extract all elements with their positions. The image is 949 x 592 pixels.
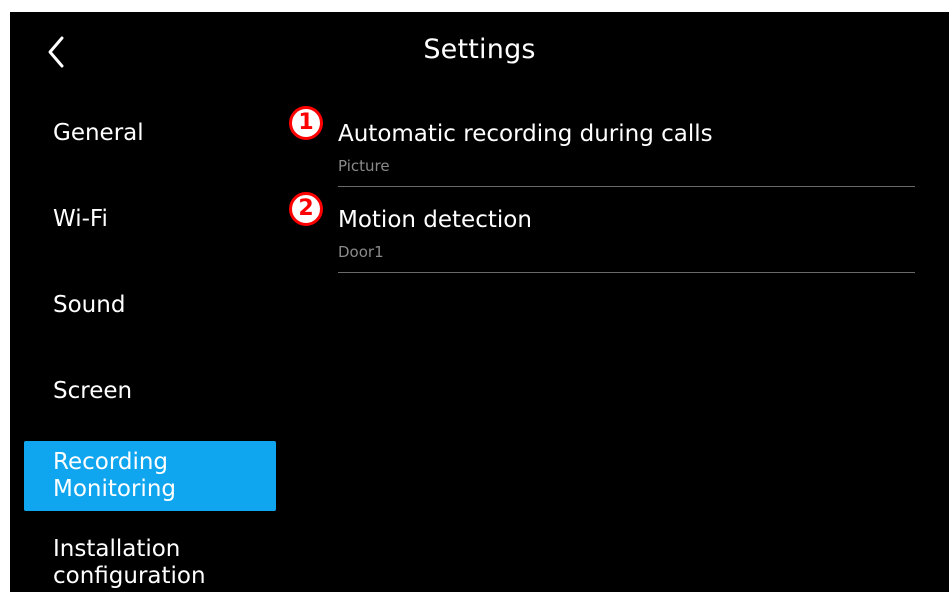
page-title: Settings [423, 34, 536, 65]
automatic-recording-row[interactable]: 1 Automatic recording during calls Pictu… [285, 106, 915, 187]
sidebar-item-label-line2: Monitoring [53, 476, 176, 502]
sidebar-item-wifi[interactable]: Wi-Fi [24, 206, 276, 233]
row-title: Motion detection [338, 207, 532, 233]
sidebar-item-label: Sound [53, 292, 126, 318]
row-title: Automatic recording during calls [338, 121, 713, 147]
sidebar-item-label: Screen [53, 378, 133, 404]
settings-screen: Settings General Wi-Fi Sound Screen Reco… [10, 12, 949, 592]
row-subtitle: Picture [338, 157, 390, 175]
sidebar-item-label-line1: Installation [53, 536, 181, 562]
row-subtitle: Door1 [338, 243, 384, 261]
number-badge: 1 [289, 106, 323, 140]
sidebar-item-label: General [53, 120, 144, 146]
number-badge: 2 [289, 192, 323, 226]
sidebar-item-sound[interactable]: Sound [24, 292, 276, 319]
sidebar-item-label-line1: Recording [53, 449, 169, 475]
sidebar-item-general[interactable]: General [24, 120, 276, 147]
row-divider [338, 186, 915, 187]
sidebar-item-installation-configuration[interactable]: Installation configuration [24, 536, 276, 590]
sidebar-item-screen[interactable]: Screen [24, 378, 276, 405]
row-divider [338, 272, 915, 273]
sidebar-item-label: Wi-Fi [53, 206, 108, 232]
header: Settings [10, 12, 949, 92]
sidebar-item-label-line2: configuration [53, 563, 206, 589]
sidebar-item-recording-monitoring[interactable]: Recording Monitoring [24, 441, 276, 511]
motion-detection-row[interactable]: 2 Motion detection Door1 [285, 192, 915, 273]
